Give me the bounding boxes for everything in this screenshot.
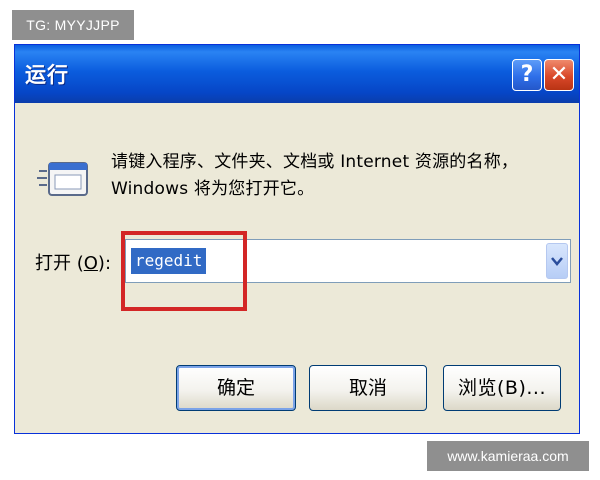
title-bar[interactable]: 运行 ? ✕ xyxy=(15,45,579,103)
open-label-prefix: 打开 ( xyxy=(35,253,84,274)
help-icon: ? xyxy=(520,62,534,87)
run-dialog: 运行 ? ✕ 请键入程序、文件夹、文档或 Internet 资源的名称，Wind… xyxy=(14,44,580,434)
tg-tag-overlay: TG: MYYJJPP xyxy=(12,10,134,40)
open-label-suffix: ): xyxy=(97,253,112,274)
dialog-title: 运行 xyxy=(25,63,69,87)
dropdown-button[interactable] xyxy=(546,243,568,279)
help-button[interactable]: ? xyxy=(512,59,542,91)
run-icon xyxy=(37,162,88,196)
site-url-overlay: www.kamieraa.com xyxy=(427,441,589,471)
close-button[interactable]: ✕ xyxy=(544,59,574,91)
cancel-button[interactable]: 取消 xyxy=(309,365,427,411)
highlight-annotation-box xyxy=(121,231,247,311)
chevron-down-icon xyxy=(551,257,563,266)
close-icon: ✕ xyxy=(549,62,569,87)
ok-button[interactable]: 确定 xyxy=(176,365,296,411)
open-label: 打开 (O): xyxy=(35,249,111,275)
dialog-description: 请键入程序、文件夹、文档或 Internet 资源的名称，Windows 将为您… xyxy=(111,152,519,199)
open-label-accelerator: O xyxy=(83,253,98,274)
browse-button[interactable]: 浏览(B)... xyxy=(443,365,561,411)
